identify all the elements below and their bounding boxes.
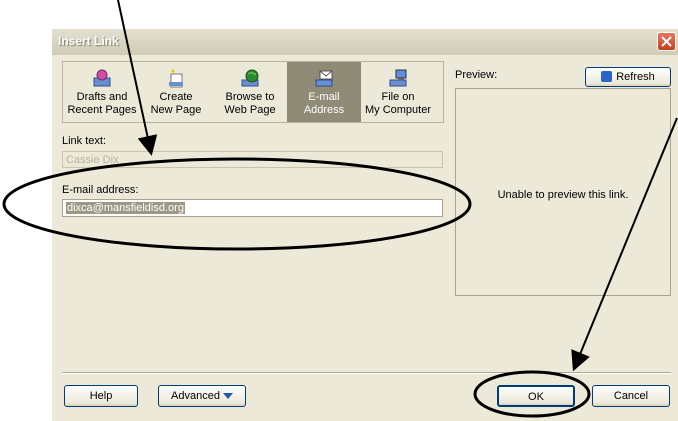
- link-text-value: Cassie Dix: [66, 154, 119, 166]
- preview-label: Preview:: [455, 69, 498, 81]
- link-text-field: Cassie Dix: [62, 151, 443, 168]
- tab-label: Drafts and: [76, 91, 128, 103]
- link-text-label: Link text:: [62, 135, 107, 147]
- tab-label: New Page: [150, 104, 202, 116]
- title-bar[interactable]: Insert Link: [52, 29, 678, 55]
- advanced-button[interactable]: Advanced: [158, 385, 246, 407]
- tab-file-on-computer[interactable]: File on My Computer: [361, 62, 435, 122]
- tab-label: E-mail: [308, 91, 340, 103]
- tab-browse-web-page[interactable]: Browse to Web Page: [213, 62, 287, 122]
- footer-divider: [62, 372, 671, 374]
- refresh-label: Refresh: [616, 71, 655, 83]
- cancel-button[interactable]: Cancel: [592, 385, 670, 407]
- computer-icon: [389, 69, 407, 87]
- globe-icon: [241, 69, 259, 87]
- link-type-tabs: Drafts and Recent Pages Create New Page …: [62, 61, 444, 123]
- new-page-icon: [169, 69, 183, 88]
- email-address-value: dixca@mansfieldisd.org: [66, 202, 185, 214]
- help-label: Help: [89, 390, 113, 402]
- tab-label: Recent Pages: [67, 104, 137, 116]
- tab-label: File on: [381, 91, 415, 103]
- refresh-button[interactable]: Refresh: [585, 67, 671, 87]
- dialog-title: Insert Link: [58, 34, 119, 48]
- tab-label: My Computer: [364, 104, 432, 116]
- help-button[interactable]: Help: [64, 385, 138, 407]
- tab-label: Create: [159, 91, 193, 103]
- tab-email-address[interactable]: E-mail Address: [287, 62, 361, 122]
- ok-label: OK: [528, 391, 544, 403]
- refresh-icon: [601, 70, 613, 82]
- advanced-label: Advanced: [171, 390, 220, 402]
- tab-label: Web Page: [224, 104, 276, 116]
- tab-drafts-recent[interactable]: Drafts and Recent Pages: [65, 62, 139, 122]
- email-address-field[interactable]: dixca@mansfieldisd.org: [62, 199, 443, 217]
- preview-pane: Unable to preview this link.: [455, 88, 671, 296]
- chevron-down-icon: [222, 393, 233, 400]
- preview-message: Unable to preview this link.: [497, 189, 629, 201]
- cancel-label: Cancel: [613, 390, 649, 402]
- tab-create-new-page[interactable]: Create New Page: [139, 62, 213, 122]
- insert-link-dialog: Insert Link Drafts and Recent Pages Crea…: [52, 29, 678, 421]
- ok-button[interactable]: OK: [497, 385, 575, 407]
- tab-label: Address: [303, 104, 345, 116]
- close-button[interactable]: [657, 32, 676, 51]
- email-icon: [315, 70, 333, 87]
- email-address-label: E-mail address:: [62, 184, 139, 196]
- close-icon: [661, 36, 672, 47]
- tab-label: Browse to: [225, 91, 275, 103]
- drafts-icon: [93, 69, 111, 87]
